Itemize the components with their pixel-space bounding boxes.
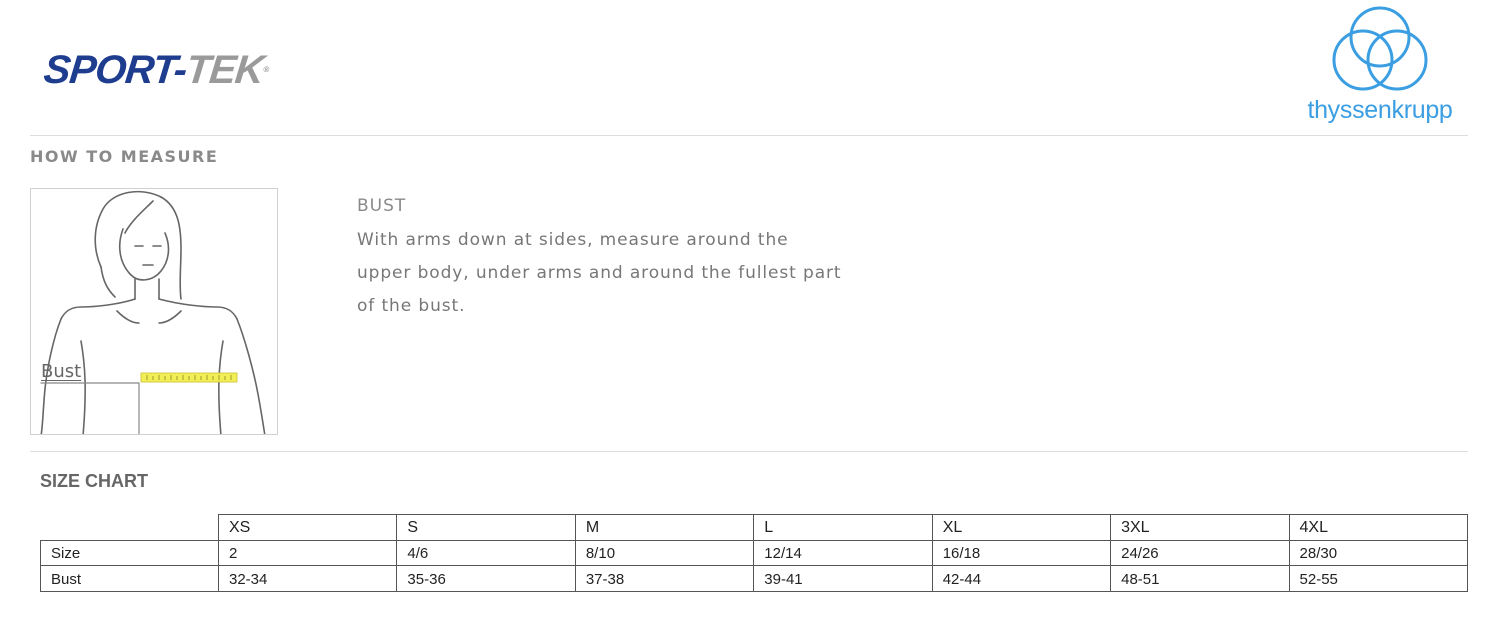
table-row: Bust 32-34 35-36 37-38 39-41 42-44 48-51… [40,565,1469,592]
header-divider [30,135,1468,136]
table-cell: 12/14 [753,539,933,566]
table-cell: 48-51 [1110,565,1290,592]
size-column-header: L [753,514,933,541]
bust-measure-illustration: Bust [30,188,278,435]
size-column-header: XS [217,514,398,541]
table-cell: 35-36 [396,565,576,592]
table-cell: 39-41 [753,565,933,592]
size-chart-heading: SIZE CHART [40,471,148,491]
three-rings-logo-icon [1332,6,1428,91]
bust-instructions: With arms down at sides, measure around … [357,224,877,323]
table-header-row: XS S M L XL 3XL 4XL [40,514,1469,541]
size-column-header: M [574,514,755,541]
how-to-measure-heading: HOW TO MEASURE [30,147,219,166]
table-cell: 24/26 [1110,539,1290,566]
bust-callout-label: Bust [41,361,82,382]
size-column-header: XL [931,514,1112,541]
instruction-line: of the bust. [357,296,466,316]
table-cell: 28/30 [1288,539,1469,566]
table-cell: 4/6 [396,539,576,566]
table-row: Size 2 4/6 8/10 12/14 16/18 24/26 28/30 [40,539,1469,566]
sport-tek-logo: SPORT-TEK® [41,44,271,96]
brand-logo-part2: TEK [183,48,266,92]
table-cell: 32-34 [217,565,398,592]
bust-title: BUST [357,196,407,216]
row-label: Size [40,539,219,566]
row-label: Bust [40,565,219,592]
partner-name: thyssenkrupp [1307,96,1453,124]
section-divider [30,451,1468,452]
table-cell: 42-44 [931,565,1112,592]
brand-logo-mark: ® [262,65,269,74]
table-corner-cell [40,514,219,541]
size-column-header: S [396,514,576,541]
table-cell: 2 [217,539,398,566]
thyssenkrupp-logo: thyssenkrupp [1296,4,1464,128]
size-column-header: 4XL [1288,514,1469,541]
brand-logo-part1: SPORT- [41,48,189,92]
instruction-line: With arms down at sides, measure around … [357,230,789,250]
instruction-line: upper body, under arms and around the fu… [357,263,842,283]
table-cell: 8/10 [574,539,755,566]
female-figure-outline-icon [40,190,266,434]
size-chart-table: XS S M L XL 3XL 4XL Size 2 4/6 8/10 12/1… [40,514,1469,592]
table-cell: 16/18 [931,539,1112,566]
table-cell: 52-55 [1288,565,1469,592]
size-column-header: 3XL [1110,514,1290,541]
table-cell: 37-38 [574,565,755,592]
